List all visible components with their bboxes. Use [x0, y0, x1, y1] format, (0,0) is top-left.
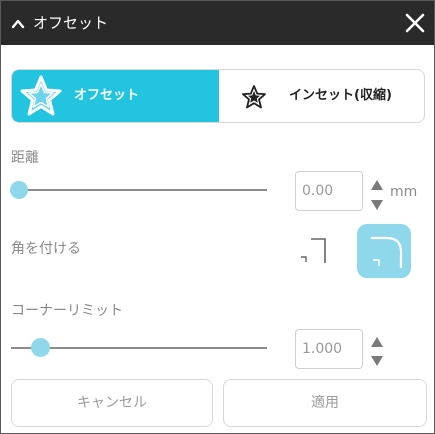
distance-slider-thumb[interactable]: [10, 181, 28, 199]
chevron-up-icon[interactable]: [11, 16, 25, 30]
distance-decrement-icon[interactable]: [370, 196, 384, 210]
corner-limit-input[interactable]: 1.000: [295, 329, 363, 369]
close-icon[interactable]: [402, 10, 428, 36]
dialog-title: オフセット: [33, 14, 109, 32]
apply-button[interactable]: 適用: [223, 379, 427, 427]
corner-limit-label: コーナーリミット: [11, 303, 123, 319]
rounded-corner-icon[interactable]: [357, 224, 411, 278]
offset-mode-button[interactable]: オフセット: [12, 70, 219, 122]
offset-dialog: オフセット オフセット インセット(収縮) 距離 0.00 mm 角を付ける コ…: [0, 0, 435, 434]
inset-mode-button[interactable]: インセット(収縮): [219, 70, 424, 122]
cancel-button[interactable]: キャンセル: [11, 379, 213, 427]
corner-limit-slider-thumb[interactable]: [31, 338, 50, 357]
star-outline-icon: [18, 73, 64, 119]
square-corner-icon[interactable]: [295, 235, 331, 267]
corner-label: 角を付ける: [11, 241, 81, 257]
distance-slider-track[interactable]: [11, 189, 267, 191]
inset-mode-label: インセット(収縮): [289, 88, 392, 103]
offset-mode-label: オフセット: [74, 88, 140, 103]
title-bar: オフセット: [1, 1, 434, 45]
distance-unit: mm: [390, 184, 418, 200]
distance-increment-icon[interactable]: [370, 176, 384, 190]
corner-limit-decrement-icon[interactable]: [370, 352, 384, 366]
corner-limit-increment-icon[interactable]: [370, 333, 384, 347]
distance-input[interactable]: 0.00: [295, 171, 363, 211]
mode-toggle: オフセット インセット(収縮): [11, 69, 425, 123]
distance-label: 距離: [11, 150, 39, 166]
star-inset-icon: [241, 84, 267, 110]
